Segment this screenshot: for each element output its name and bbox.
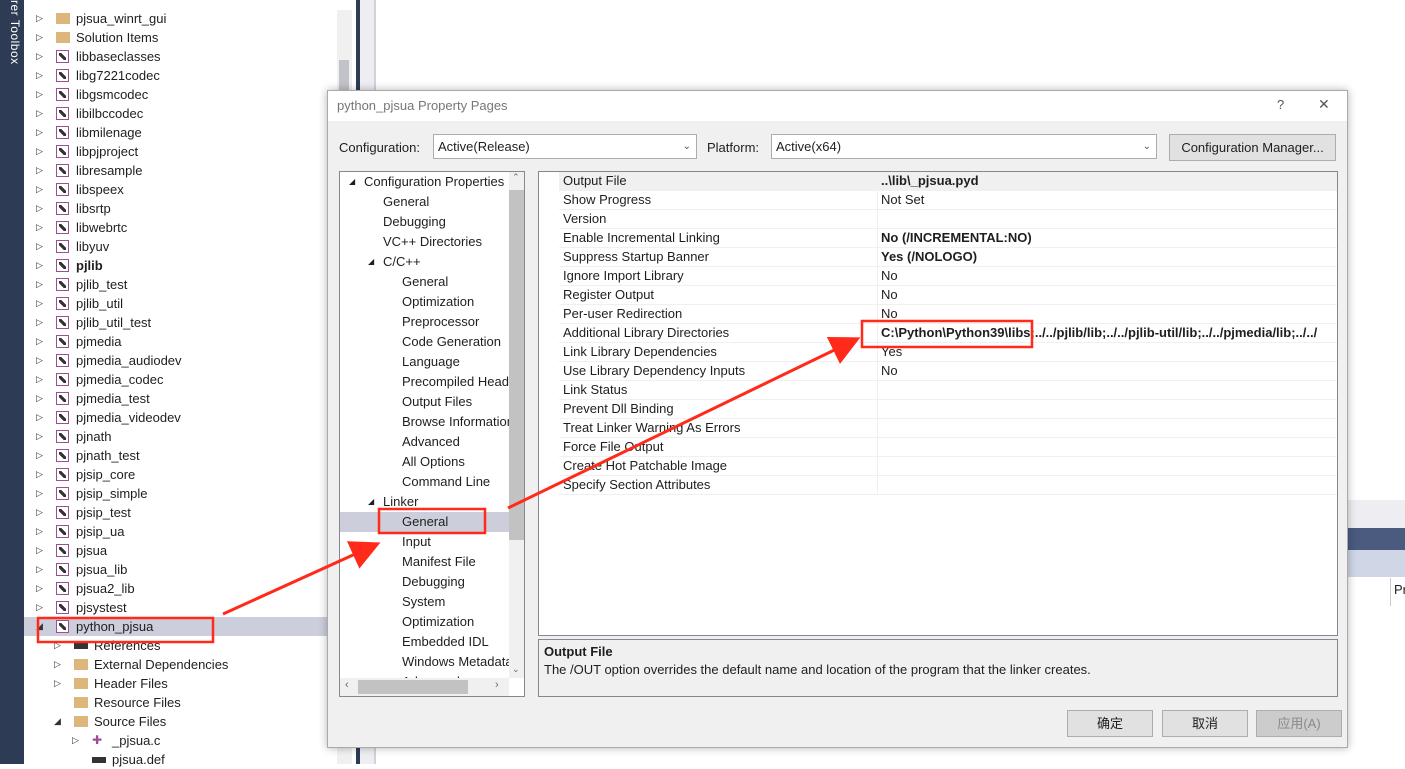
annotation-arrow	[222, 541, 381, 616]
annotation-arrow	[507, 336, 861, 510]
highlight-box-linker-general	[377, 507, 487, 535]
highlight-box-project	[36, 616, 215, 644]
highlight-box-lib-dir	[860, 319, 1034, 349]
annotation-overlay	[36, 319, 1034, 644]
